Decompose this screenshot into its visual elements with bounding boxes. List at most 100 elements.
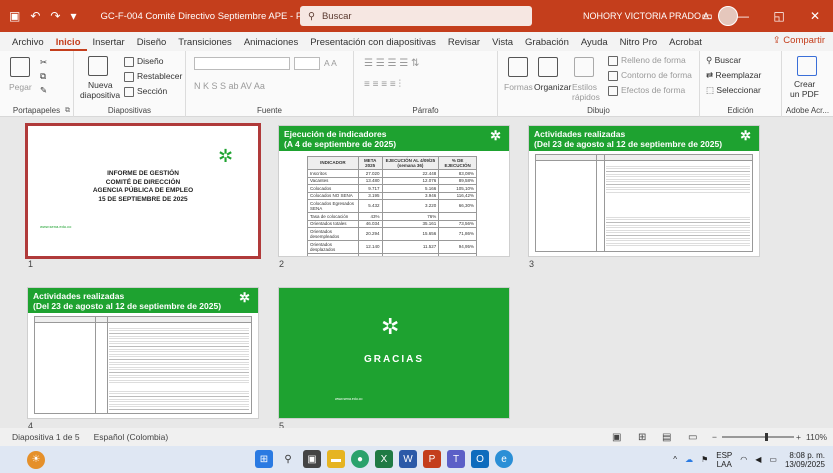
search-box[interactable]: ⚲ Buscar <box>300 6 532 26</box>
create-pdf-icon[interactable] <box>797 56 817 76</box>
slide-sorter[interactable]: ✲ INFORME DE GESTIÓN COMITÉ DE DIRECCIÓN… <box>0 117 833 431</box>
zoom-slider[interactable] <box>722 436 794 438</box>
shapes-icon[interactable] <box>508 57 528 77</box>
start-icon[interactable]: ⊞ <box>255 450 273 468</box>
estilos-label[interactable]: Estilos <box>572 82 597 92</box>
quick-styles-icon[interactable] <box>574 57 594 77</box>
wifi-icon[interactable]: ◠ <box>740 455 747 464</box>
slide-thumbnail-4[interactable]: Actividades realizadas (Del 23 de agosto… <box>28 288 258 418</box>
tab-animaciones[interactable]: Animaciones <box>238 37 304 51</box>
copy-icon[interactable]: ⧉ <box>40 71 46 82</box>
font-grow-icon[interactable]: A A <box>324 58 337 68</box>
close-icon[interactable]: ✕ <box>797 9 833 23</box>
group-fuente: A A N K S S ab AV Aa Fuente <box>186 51 354 117</box>
tab-inicio[interactable]: Inicio <box>49 37 87 51</box>
tab-archivo[interactable]: Archivo <box>6 37 50 51</box>
slideshow-icon[interactable]: ▭ <box>688 432 697 443</box>
slide-thumbnail-5[interactable]: ✲ GRACIAS www.sena.edu.co <box>279 288 509 418</box>
ribbon-display-icon[interactable]: ▭ <box>689 9 725 23</box>
outline-button[interactable]: Contorno de forma <box>608 70 692 81</box>
zoom-level[interactable]: 110% <box>806 432 827 442</box>
tab-revisar[interactable]: Revisar <box>442 37 486 51</box>
pegar-label[interactable]: Pegar <box>9 82 32 92</box>
reading-view-icon[interactable]: ▤ <box>662 432 671 443</box>
slide-thumbnail-3[interactable]: Actividades realizadas (Del 23 de agosto… <box>529 126 759 256</box>
diapositiva-label[interactable]: diapositiva <box>80 90 120 100</box>
format-painter-icon[interactable]: ✎ <box>40 85 47 96</box>
tab-ayuda[interactable]: Ayuda <box>575 37 614 51</box>
outlook-icon[interactable]: O <box>471 450 489 468</box>
redo-icon[interactable]: ↷ <box>50 9 60 23</box>
language-status[interactable]: Español (Colombia) <box>94 432 169 442</box>
tab-grabacion[interactable]: Grabación <box>519 37 575 51</box>
sorter-view-icon[interactable]: ⊞ <box>638 432 646 443</box>
teams-icon[interactable]: T <box>447 450 465 468</box>
excel-icon[interactable]: X <box>375 450 393 468</box>
fill-button[interactable]: Relleno de forma <box>608 55 686 66</box>
tab-diseno[interactable]: Diseño <box>131 37 173 51</box>
input-language[interactable]: ESP LAA <box>716 451 732 469</box>
customize-icon[interactable]: ▾ <box>70 9 76 23</box>
chrome-icon[interactable]: ● <box>351 450 369 468</box>
normal-view-icon[interactable]: ▣ <box>612 432 621 443</box>
section-button[interactable]: Sección <box>124 86 167 97</box>
new-slide-icon[interactable] <box>88 56 108 76</box>
maximize-icon[interactable]: ◱ <box>761 9 797 23</box>
undo-icon[interactable]: ↶ <box>30 9 40 23</box>
effects-button[interactable]: Efectos de forma <box>608 85 685 96</box>
zoom-slider-thumb[interactable] <box>765 433 768 441</box>
pdf-label[interactable]: un PDF <box>790 89 819 99</box>
reset-button[interactable]: Restablecer <box>124 71 182 82</box>
word-icon[interactable]: W <box>399 450 417 468</box>
align-icons[interactable]: ≡ ≡ ≡ ≡ ⫶ <box>364 79 401 90</box>
share-button[interactable]: ⇪ Compartir <box>773 35 825 46</box>
tab-nitro[interactable]: Nitro Pro <box>614 37 663 51</box>
zoom-in-icon[interactable]: + <box>796 432 801 442</box>
font-format-buttons[interactable]: N K S S ab AV Aa <box>194 81 265 91</box>
edge-icon[interactable]: e <box>495 450 513 468</box>
expand-icon[interactable]: ⧉ <box>65 107 70 115</box>
weather-icon[interactable]: ☀ <box>27 450 45 469</box>
tab-presentacion[interactable]: Presentación con diapositivas <box>304 37 442 51</box>
crear-label[interactable]: Crear <box>794 79 815 89</box>
group-label-diapositivas: Diapositivas <box>107 106 152 115</box>
paste-icon[interactable] <box>10 57 30 77</box>
tray-app-icon[interactable]: ⚑ <box>701 455 708 464</box>
tab-transiciones[interactable]: Transiciones <box>172 37 238 51</box>
tab-vista[interactable]: Vista <box>486 37 519 51</box>
nueva-label[interactable]: Nueva <box>88 80 113 90</box>
minimize-icon[interactable]: — <box>725 9 761 23</box>
file-explorer-icon[interactable]: ▬ <box>327 450 345 468</box>
clock[interactable]: 8:08 p. m. 13/09/2025 <box>785 451 825 469</box>
layout-button[interactable]: Diseño <box>124 56 163 67</box>
volume-icon[interactable]: ◀ <box>755 455 761 464</box>
zoom-out-icon[interactable]: − <box>712 432 717 442</box>
reset-label: Restablecer <box>137 71 183 81</box>
font-family-select[interactable] <box>194 57 290 70</box>
tab-acrobat[interactable]: Acrobat <box>663 37 708 51</box>
rapidos-label[interactable]: rápidos <box>572 92 600 102</box>
status-bar: Diapositiva 1 de 5 Español (Colombia) ▣ … <box>0 428 833 446</box>
tab-insertar[interactable]: Insertar <box>87 37 131 51</box>
slide-thumbnail-1[interactable]: ✲ INFORME DE GESTIÓN COMITÉ DE DIRECCIÓN… <box>28 126 258 256</box>
reset-icon <box>124 71 134 82</box>
select-button[interactable]: ⬚ Seleccionar <box>706 85 761 96</box>
table-cell: 66,30% <box>438 199 477 213</box>
formas-label[interactable]: Formas <box>504 82 533 92</box>
save-icon[interactable]: ▣ <box>9 9 20 23</box>
find-button[interactable]: ⚲ Buscar <box>706 55 741 66</box>
slide-thumbnail-2[interactable]: Ejecución de indicadores (A 4 de septiem… <box>279 126 509 256</box>
organizar-label[interactable]: Organizar <box>534 82 571 92</box>
search-icon[interactable]: ⚲ <box>279 450 297 468</box>
slide-1-title-line: 15 DE SEPTIEMBRE DE 2025 <box>98 195 188 203</box>
replace-button[interactable]: ⇄ Reemplazar <box>706 70 761 81</box>
powerpoint-icon[interactable]: P <box>423 450 441 468</box>
chevron-up-icon[interactable]: ^ <box>673 455 677 464</box>
cut-icon[interactable]: ✂ <box>40 57 47 68</box>
onedrive-icon[interactable]: ☁ <box>685 455 693 464</box>
arrange-icon[interactable] <box>538 57 558 77</box>
list-icons[interactable]: ☰ ☰ ☰ ☰ ⇅ <box>364 58 419 69</box>
battery-icon[interactable]: ▭ <box>769 455 777 464</box>
font-size-select[interactable] <box>294 57 320 70</box>
task-view-icon[interactable]: ▣ <box>303 450 321 468</box>
